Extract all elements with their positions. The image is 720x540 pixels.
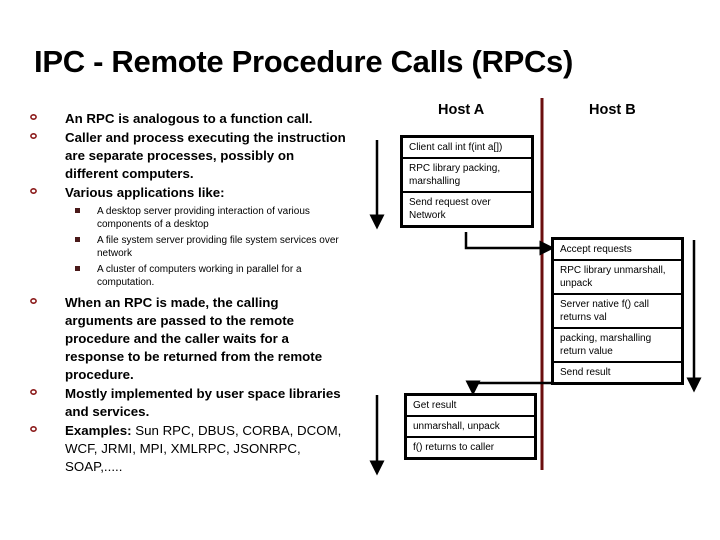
host-a-request-box: Client call int f(int a[]) RPC library p… (400, 135, 534, 228)
step-server-native-call: Server native f() call returns val (554, 295, 681, 329)
step-send-result: Send result (560, 367, 611, 378)
host-b-box: Accept requests RPC library unmarshall, … (551, 237, 684, 385)
step-unmarshall-unpack: unmarshall, unpack (407, 417, 534, 438)
step-packing-return: packing, marshalling return value (554, 329, 681, 363)
step-rpc-library-unmarshall: RPC library unmarshall, unpack (554, 261, 681, 295)
step-get-result: Get result (407, 396, 534, 417)
host-b-label: Host B (589, 102, 636, 118)
step-send-request: Send request over Network (409, 197, 491, 221)
step-client-call: Client call int f(int a[]) (403, 138, 531, 159)
step-f-returns: f() returns to caller (413, 442, 495, 453)
step-accept-requests: Accept requests (554, 240, 681, 261)
host-a-label: Host A (438, 102, 485, 118)
host-a-response-box: Get result unmarshall, unpack f() return… (404, 393, 537, 460)
request-arrow (464, 232, 555, 256)
step-rpc-library-packing: RPC library packing, marshalling (403, 159, 531, 193)
